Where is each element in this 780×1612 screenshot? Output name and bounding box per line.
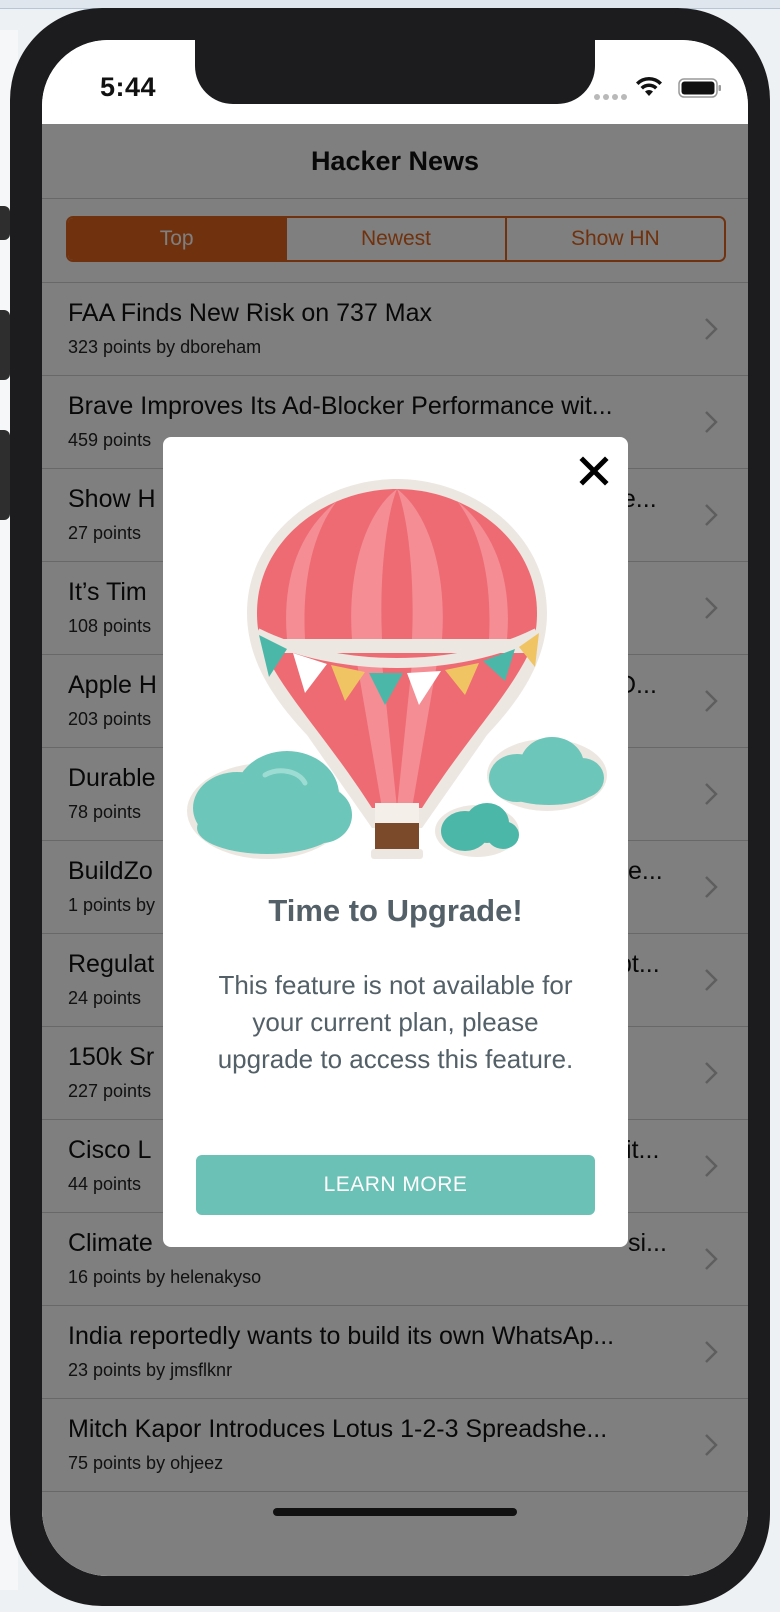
phone-screen: 5:44 Hacker News Top Newest xyxy=(42,40,748,1576)
battery-icon xyxy=(678,78,721,98)
upgrade-modal: Time to Upgrade! This feature is not ava… xyxy=(163,437,628,1247)
simulator-side-button xyxy=(0,430,10,520)
modal-message: This feature is not available for your c… xyxy=(217,970,574,1074)
wifi-icon xyxy=(636,76,662,96)
learn-more-button[interactable]: LEARN MORE xyxy=(196,1155,595,1215)
simulator-side-button xyxy=(0,310,10,380)
status-bar: 5:44 xyxy=(42,40,748,124)
hot-air-balloon-illustration xyxy=(187,479,607,859)
phone-frame: 5:44 Hacker News Top Newest xyxy=(10,8,770,1606)
cellular-signal-icon xyxy=(594,94,627,100)
simulator-side-button xyxy=(0,206,10,240)
notch xyxy=(195,40,595,104)
modal-title: Time to Upgrade! xyxy=(268,893,523,928)
status-time: 5:44 xyxy=(100,72,157,102)
home-indicator[interactable] xyxy=(273,1508,517,1516)
